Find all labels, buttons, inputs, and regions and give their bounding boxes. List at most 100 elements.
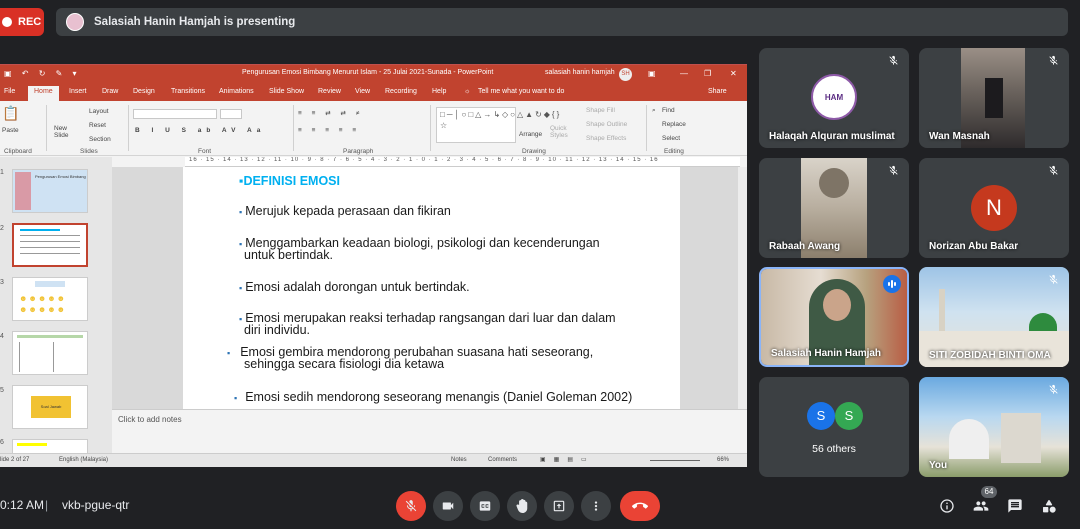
slide-thumbnail-5: Soal Jawab — [12, 385, 88, 429]
rec-label: REC — [18, 16, 42, 28]
participant-tile-active[interactable]: Salasiah Hanin Hamjah — [759, 267, 909, 367]
slide-heading: ▪DEFINISI EMOSI — [239, 174, 340, 188]
mosque-building — [919, 331, 1069, 367]
thumb-number: 2 — [0, 225, 4, 232]
tab-view: View — [355, 88, 371, 95]
thumb-title: Pengurusan Emosi Bimbang — [35, 174, 86, 179]
participant-avatar: N — [971, 185, 1017, 231]
participant-avatar: S — [835, 402, 863, 430]
thumb-number: 3 — [0, 279, 4, 286]
tab-help: Help — [432, 88, 447, 95]
captions-button[interactable] — [470, 491, 500, 521]
mic-off-icon — [1045, 274, 1061, 290]
share-button: Share — [708, 88, 727, 95]
shape-outline-label: Shape Outline — [586, 121, 628, 128]
leave-call-button[interactable] — [620, 491, 660, 521]
close-icon: ✕ — [730, 69, 737, 78]
emoji-faces-icon: ☻☻☻☻☻ — [19, 305, 67, 314]
bullet-text: Merujuk kepada perasaan dan fikiran — [245, 204, 451, 218]
recording-indicator[interactable]: REC — [0, 8, 44, 36]
present-screen-button[interactable] — [544, 491, 574, 521]
speaking-indicator-icon — [883, 275, 901, 293]
group-paragraph: Paragraph — [343, 148, 374, 155]
participant-name: Wan Masnah — [929, 131, 990, 142]
tab-draw: Draw — [102, 88, 119, 95]
thumb-number: 6 — [0, 439, 4, 446]
minimize-icon: — — [680, 69, 688, 78]
paste-label: Paste — [2, 127, 19, 134]
bullet-text: Emosi sedih mendorong seseorang menangis… — [245, 390, 633, 404]
slide-bullet: ▪ Emosi sedih mendorong seseorang menangi… — [234, 391, 632, 405]
group-clipboard: Clipboard — [4, 148, 32, 155]
mic-toggle-button[interactable] — [396, 491, 426, 521]
zoom-level: 66% — [717, 457, 730, 463]
people-button[interactable] — [970, 495, 992, 517]
thumb-line — [20, 229, 60, 231]
participant-tile[interactable]: N Norizan Abu Bakar — [919, 158, 1069, 258]
tab-animations: Animations — [219, 88, 254, 95]
slide-vertical-scrollbar — [738, 167, 747, 409]
ribbon-separator — [128, 105, 129, 151]
slide-bullet-cont: untuk bertindak. — [244, 248, 333, 262]
mic-off-icon — [1045, 384, 1061, 400]
participant-tile[interactable]: HAM Halaqah Alquran muslimat — [759, 48, 909, 148]
tab-recording: Recording — [385, 88, 417, 95]
lightbulb-icon: ☼ — [464, 88, 471, 95]
thumb-column — [19, 342, 47, 372]
camera-toggle-button[interactable] — [433, 491, 463, 521]
ppt-user-name: salasiah hanin hamjah — [545, 69, 615, 76]
meeting-time: 0:12 AM — [0, 498, 45, 512]
font-name-box — [133, 109, 217, 119]
quick-access-toolbar: ▣ ↶ ↻ ✎ ▾ — [4, 69, 81, 78]
notes-pane: Click to add notes — [112, 409, 747, 453]
font-size-box — [220, 109, 242, 119]
participant-name: SITI ZOBIDAH BINTI OMA — [929, 350, 1051, 361]
raise-hand-button[interactable] — [507, 491, 537, 521]
participant-tile[interactable]: Wan Masnah — [919, 48, 1069, 148]
ribbon-separator — [46, 105, 47, 151]
more-options-button[interactable] — [581, 491, 611, 521]
participant-tile[interactable]: SITI ZOBIDAH BINTI OMA — [919, 267, 1069, 367]
video-shadow — [985, 78, 1003, 118]
self-tile[interactable]: You — [919, 377, 1069, 477]
tab-slide-show: Slide Show — [269, 88, 305, 95]
horizontal-ruler: 16 · 15 · 14 · 13 · 12 · 11 · 10 · 9 · 8… — [185, 157, 740, 167]
ribbon-display-icon: ▣ — [648, 69, 656, 78]
current-slide: ▪DEFINISI EMOSI ▪ Merujuk kepada perasaan… — [183, 167, 680, 409]
others-tile[interactable]: S S 56 others — [759, 377, 909, 477]
slide-thumbnail-3: ☻☻☻☻☻ ☻☻☻☻☻ — [12, 277, 88, 321]
section-label: Section — [89, 136, 111, 143]
participant-name: Rabaah Awang — [769, 241, 841, 252]
shape-effects-label: Shape Effects — [586, 135, 627, 142]
shapes-gallery: □─│○□△→↳◇○△▲↻◆{}☆ — [436, 107, 559, 143]
participant-name: Norizan Abu Bakar — [929, 241, 1019, 252]
thumb-column — [53, 342, 81, 372]
slide-thumbnail-2 — [12, 223, 88, 267]
level-bar — [888, 282, 890, 286]
activities-button[interactable] — [1038, 495, 1060, 517]
mic-off-icon — [885, 165, 901, 181]
mic-off-icon — [1045, 55, 1061, 71]
align-icons: ≡ ≡ ≡ ≡ ≡ — [298, 127, 361, 134]
people-icon — [973, 501, 989, 511]
meeting-details-button[interactable] — [936, 495, 958, 517]
slide-thumbnail-6 — [12, 439, 88, 453]
mic-off-icon — [1045, 165, 1061, 181]
participant-tile[interactable]: Rabaah Awang — [759, 158, 909, 258]
layout-label: Layout — [89, 108, 109, 115]
logo-ham-icon: HAM — [811, 74, 857, 120]
slide-bullet: ▪ Merujuk kepada perasaan dan fikiran — [239, 205, 451, 219]
tab-review: Review — [318, 88, 341, 95]
thumb-line — [17, 335, 83, 338]
replace-label: Replace — [662, 121, 686, 128]
shapes-icon — [1043, 499, 1056, 513]
comments-toggle: Comments — [488, 457, 518, 463]
reset-label: Reset — [89, 122, 106, 129]
captions-icon — [479, 501, 491, 511]
info-icon — [940, 499, 954, 513]
thumb-number: 5 — [0, 387, 4, 394]
chat-button[interactable] — [1004, 495, 1026, 517]
emoji-faces-icon: ☻☻☻☻☻ — [19, 294, 67, 303]
chat-icon — [1008, 499, 1022, 513]
thumb-title-box — [35, 281, 65, 287]
